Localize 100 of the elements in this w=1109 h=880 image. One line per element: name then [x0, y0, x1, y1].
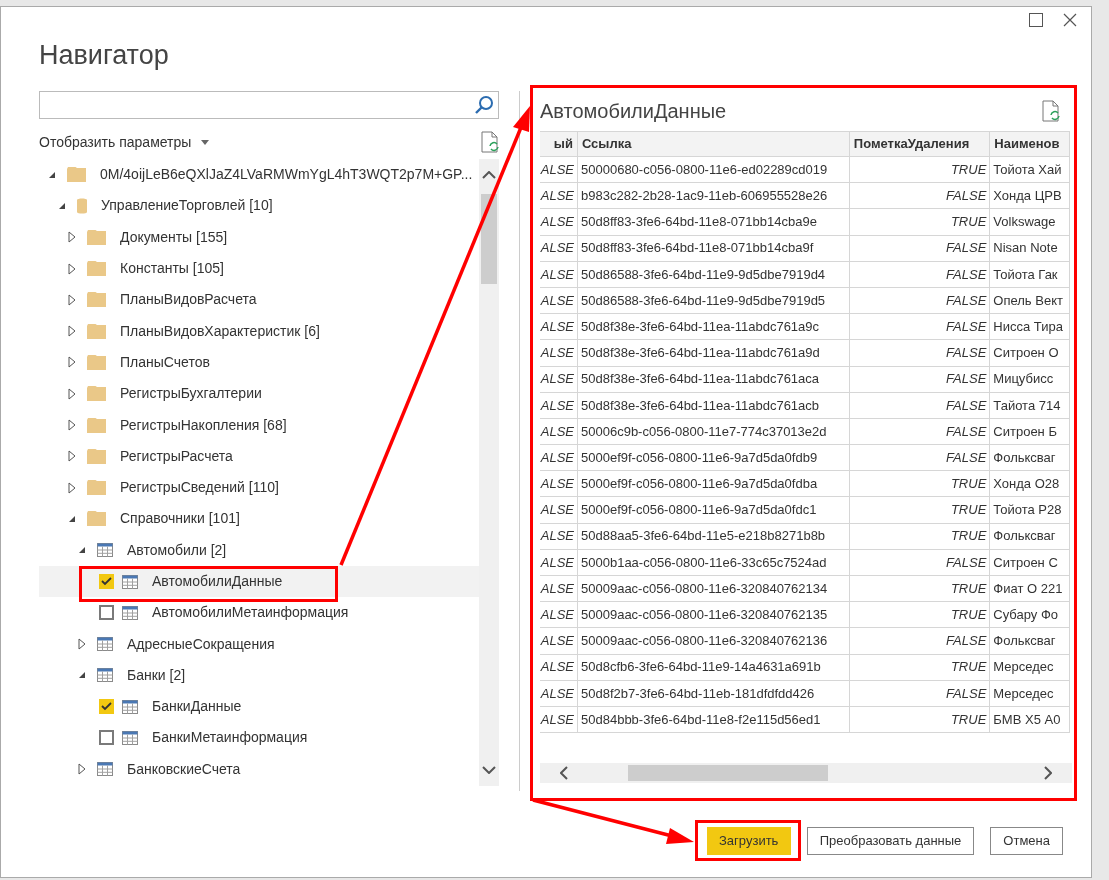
expand-icon[interactable] — [67, 262, 77, 275]
display-options-dropdown[interactable]: Отобразить параметры — [39, 131, 210, 153]
checkbox[interactable] — [99, 730, 114, 746]
table-cell: TRUE — [849, 209, 991, 235]
table-cell: 50d8cfb6-3fe6-64bd-11e9-14a4631a691b — [578, 654, 850, 680]
tree-item[interactable]: Справочники [101] — [39, 503, 479, 535]
dialog-button[interactable]: Отмена — [990, 827, 1063, 855]
tree-item[interactable]: Банки [2] — [39, 659, 479, 692]
table-icon — [122, 699, 138, 714]
tree-label: БанкиДанные — [152, 697, 242, 717]
expand-icon[interactable] — [67, 450, 77, 463]
refresh-icon[interactable] — [481, 131, 499, 153]
expand-icon[interactable] — [67, 481, 77, 494]
tree-label: АдресныеСокращения — [127, 634, 275, 654]
tree-label: АвтомобилиДанные — [152, 572, 283, 591]
scroll-down-icon[interactable] — [482, 766, 496, 774]
column-header[interactable]: ый — [540, 132, 578, 156]
column-header[interactable]: Наименов — [990, 132, 1070, 156]
table-cell: FALSE — [849, 183, 991, 209]
tree-item[interactable]: БанковскиеСчета — [39, 753, 479, 785]
collapse-icon[interactable] — [47, 170, 57, 179]
refresh-icon[interactable] — [1042, 100, 1060, 122]
folder-icon — [87, 261, 106, 277]
table-cell: Тойота Р28 — [990, 497, 1070, 523]
table-cell: 50009aac-c056-0800-11e6-320840762136 — [578, 628, 850, 654]
maximize-icon[interactable] — [1029, 13, 1043, 27]
close-icon[interactable] — [1063, 13, 1077, 27]
collapse-icon[interactable] — [77, 546, 87, 555]
tree-item[interactable]: ПланыВидовХарактеристик [6] — [39, 315, 479, 347]
expand-icon[interactable] — [77, 763, 87, 776]
tree-item[interactable]: ПланыВидовРасчета — [39, 284, 479, 316]
table-icon — [97, 637, 113, 652]
load-button[interactable]: Загрузить — [706, 827, 791, 855]
table-cell: ALSE — [540, 157, 578, 183]
table-cell: Nisan Note — [990, 235, 1070, 261]
scrollbar[interactable] — [479, 159, 499, 786]
search-field[interactable] — [39, 91, 499, 119]
table-cell: Ситроен Б — [990, 418, 1070, 445]
table-cell: TRUE — [849, 497, 991, 523]
table-cell: Тойота Гак — [990, 261, 1070, 287]
collapse-icon[interactable] — [77, 671, 87, 680]
table-cell: ALSE — [540, 209, 578, 235]
column-header[interactable]: Ссылка — [577, 132, 850, 156]
table-cell: FALSE — [849, 235, 991, 261]
folder-icon — [87, 229, 106, 245]
table-cell: ALSE — [540, 628, 578, 654]
column-header[interactable]: ПометкаУдаления — [849, 132, 991, 156]
collapse-icon[interactable] — [67, 514, 77, 523]
table-cell: Хонда О28 — [990, 471, 1070, 497]
tree-item[interactable]: БанкиДанные — [39, 691, 479, 723]
tree-item[interactable]: РегистрыБухгалтерии — [39, 378, 479, 410]
tree-item[interactable]: БанкиМетаинформация — [39, 722, 479, 754]
table-cell: Volkswage — [990, 209, 1070, 235]
table-cell: 50d84bbb-3fe6-64bd-11e8-f2e115d56ed1 — [578, 706, 850, 733]
expand-icon[interactable] — [67, 419, 77, 431]
checkbox[interactable] — [99, 699, 114, 715]
expand-icon[interactable] — [67, 387, 77, 400]
table-cell: ALSE — [540, 576, 578, 602]
tree-item[interactable]: Константы [105] — [39, 252, 479, 285]
tree-item[interactable]: АвтомобилиМетаинформация — [39, 597, 479, 629]
checkbox[interactable] — [99, 605, 114, 621]
expand-icon[interactable] — [67, 325, 77, 338]
tree-label: Справочники [101] — [120, 509, 240, 529]
tree-item[interactable]: РегистрыСведений [110] — [39, 471, 479, 504]
tree-item[interactable]: Автомобили [2] — [39, 534, 479, 566]
folder-icon — [87, 480, 106, 496]
scroll-left-icon[interactable] — [560, 766, 568, 781]
table-cell: FALSE — [849, 549, 991, 575]
tree-item[interactable]: АдресныеСокращения — [39, 628, 479, 660]
expand-icon[interactable] — [67, 293, 77, 306]
horizontal-scrollbar[interactable] — [540, 763, 1072, 784]
dialog-button[interactable]: Преобразовать данные — [806, 827, 975, 855]
scroll-up-icon[interactable] — [482, 171, 496, 179]
table-cell: b983c282-2b28-1ac9-11eb-606955528e26 — [578, 183, 850, 209]
scroll-thumb[interactable] — [481, 194, 497, 284]
table-cell: FALSE — [849, 314, 991, 340]
table-cell: ALSE — [540, 706, 578, 733]
table-cell: Мерседес — [990, 654, 1070, 680]
tree-item[interactable]: ПланыСчетов — [39, 346, 479, 379]
scroll-right-icon[interactable] — [1044, 766, 1052, 781]
tree-label: ПланыВидовРасчета — [120, 290, 257, 310]
table-cell: ALSE — [540, 549, 578, 575]
scroll-thumb[interactable] — [628, 765, 828, 782]
expand-icon[interactable] — [67, 231, 77, 244]
tree-item[interactable]: 0M/4oijLeB6eQXlJaZ4LVaRMWmYgL4hT3WQT2p7M+GP... — [39, 159, 479, 191]
tree-item[interactable]: Документы [155] — [39, 221, 479, 253]
folder-icon — [87, 354, 106, 370]
collapse-icon[interactable] — [57, 201, 67, 210]
search-icon — [474, 95, 494, 115]
caret-icon — [201, 139, 210, 145]
tree-item[interactable]: РегистрыНакопления [68] — [39, 409, 479, 441]
checkbox[interactable] — [99, 574, 114, 589]
tree-item[interactable]: УправлениеТорговлей [10] — [39, 190, 479, 222]
tree-item[interactable]: РегистрыРасчета — [39, 440, 479, 472]
table-cell: 5000b1aa-c056-0800-11e6-33c65c7524ad — [578, 549, 850, 575]
tree-item[interactable]: АвтомобилиДанные — [39, 565, 479, 598]
expand-icon[interactable] — [67, 356, 77, 369]
tree-label: Константы [105] — [120, 259, 224, 279]
expand-icon[interactable] — [77, 638, 87, 651]
table-cell: Фольксваг — [990, 523, 1070, 549]
